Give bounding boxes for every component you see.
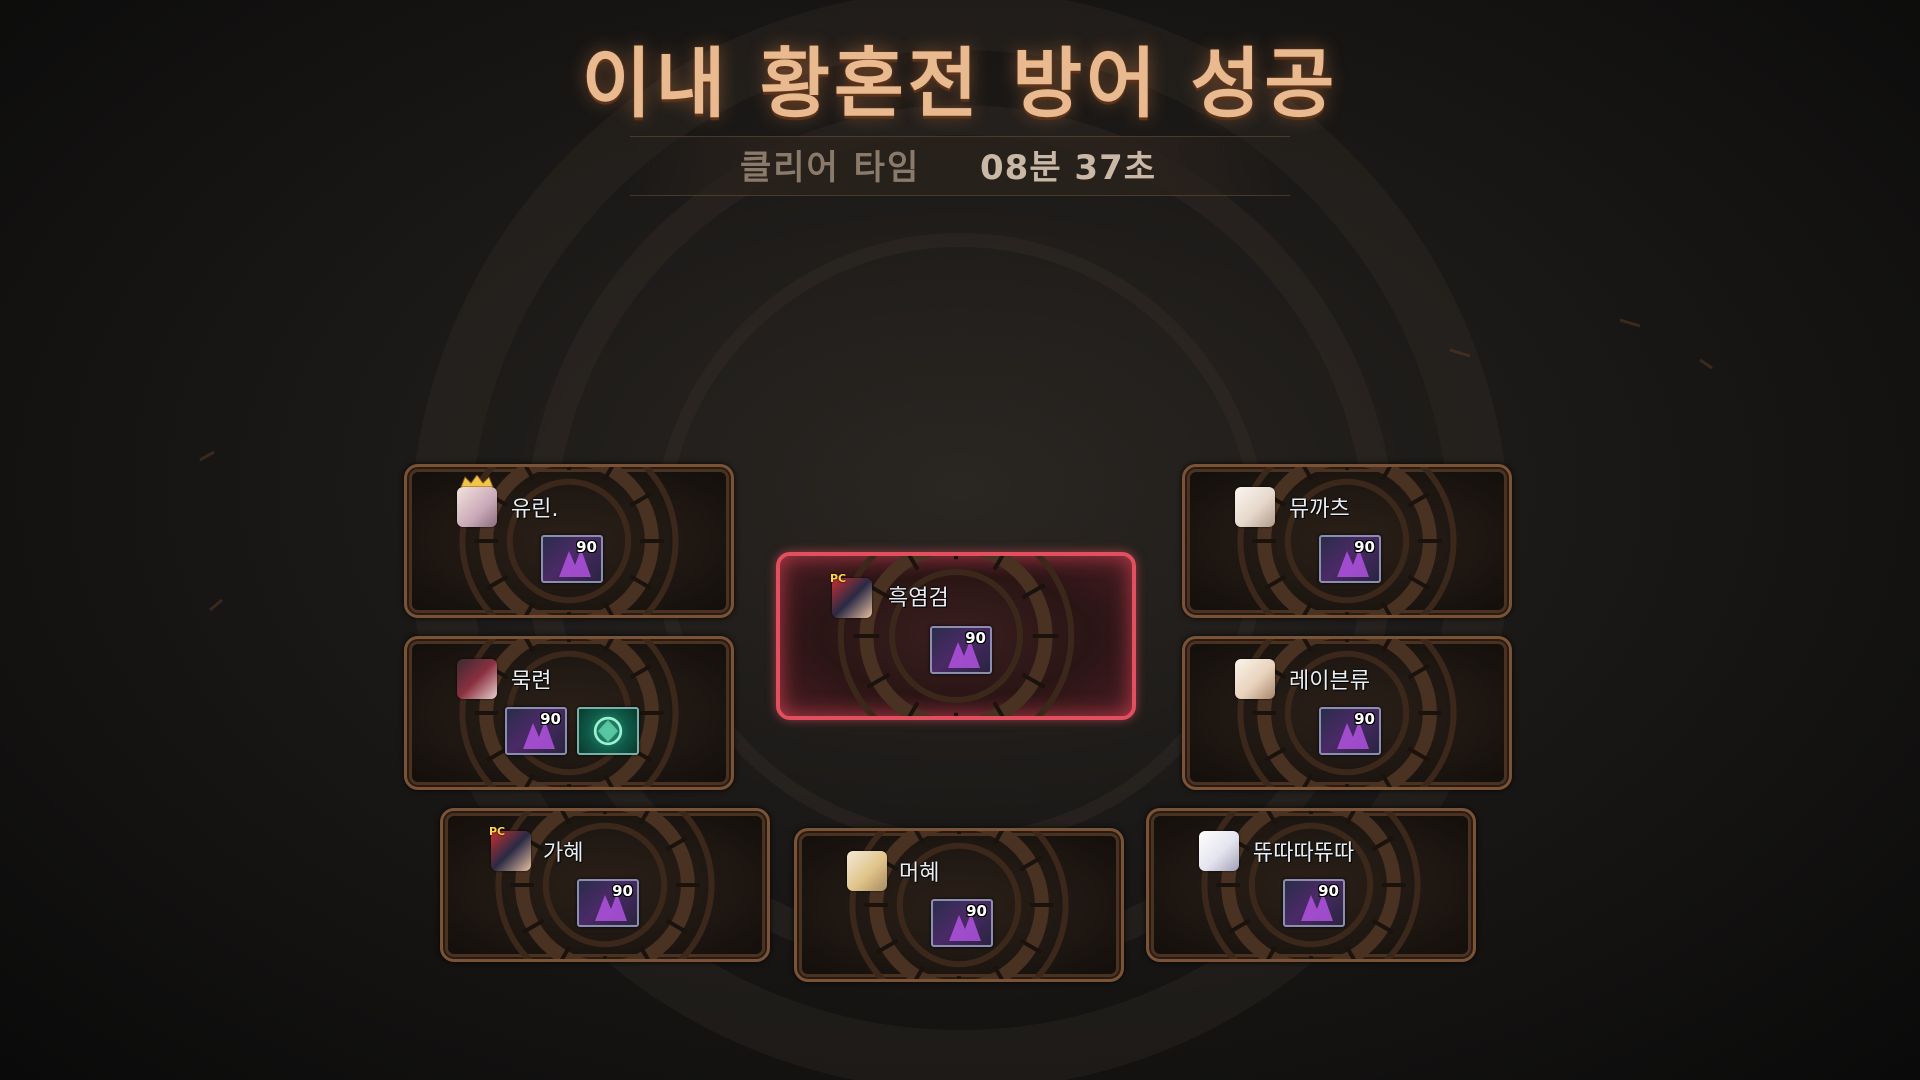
card-ornament [459,639,679,787]
pc-bang-character-icon: PC [830,572,872,618]
purple-crystal-icon[interactable]: 90 [541,535,603,583]
member-name: 유린. [511,497,559,522]
party-member-card[interactable]: 유린. 90 [404,464,734,618]
item-level: 90 [1318,882,1339,900]
member-name: 흑염검 [888,586,949,611]
purple-crystal-icon[interactable]: 90 [1283,879,1345,927]
dark-haired-character-icon [457,659,497,699]
green-emblem-icon[interactable] [577,707,639,755]
clear-time-bar [630,136,1290,196]
result-title: 이내 황혼전 방어 성공 [581,39,1339,128]
item-level: 90 [540,710,561,728]
white-haired-character-icon [1235,487,1275,527]
party-member-card[interactable]: 뜌따따뜌따 90 [1146,808,1476,962]
party-member-card[interactable]: 뮤까츠 90 [1182,464,1512,618]
party-member-card[interactable]: 레이븐류 90 [1182,636,1512,790]
blonde-character-icon [847,851,887,891]
item-level: 90 [1354,710,1375,728]
pc-tag: PC [489,825,506,838]
item-level: 90 [612,882,633,900]
party-member-card[interactable]: 머혜 90 [794,828,1124,982]
item-level: 90 [576,538,597,556]
clear-time-value: 08분 37초 [980,148,1157,188]
clear-time-label: 클리어 타임 [740,148,921,188]
purple-crystal-icon[interactable]: 90 [1319,535,1381,583]
female-character-crown-icon [457,475,497,527]
purple-crystal-icon[interactable]: 90 [505,707,567,755]
white-haired-character-icon [1235,659,1275,699]
white-haired-character-icon [1199,831,1239,871]
purple-crystal-icon[interactable]: 90 [931,899,993,947]
member-name: 레이븐류 [1289,669,1370,694]
party-member-card[interactable]: PC 가혜 90 [440,808,770,962]
member-name: 뮤까츠 [1289,497,1350,522]
member-name: 가혜 [543,841,584,866]
player-card-highlighted[interactable]: PC 흑염검 90 [776,552,1136,720]
item-level: 90 [966,902,987,920]
pc-tag: PC [830,572,847,585]
purple-crystal-icon[interactable]: 90 [930,626,992,674]
item-level: 90 [1354,538,1375,556]
purple-crystal-icon[interactable]: 90 [577,879,639,927]
pc-bang-character-icon: PC [489,825,531,871]
party-member-card[interactable]: 묵련 90 [404,636,734,790]
purple-crystal-icon[interactable]: 90 [1319,707,1381,755]
member-name: 뜌따따뜌따 [1253,841,1355,866]
member-name: 묵련 [511,669,552,694]
item-level: 90 [965,629,986,647]
member-name: 머혜 [899,861,940,886]
